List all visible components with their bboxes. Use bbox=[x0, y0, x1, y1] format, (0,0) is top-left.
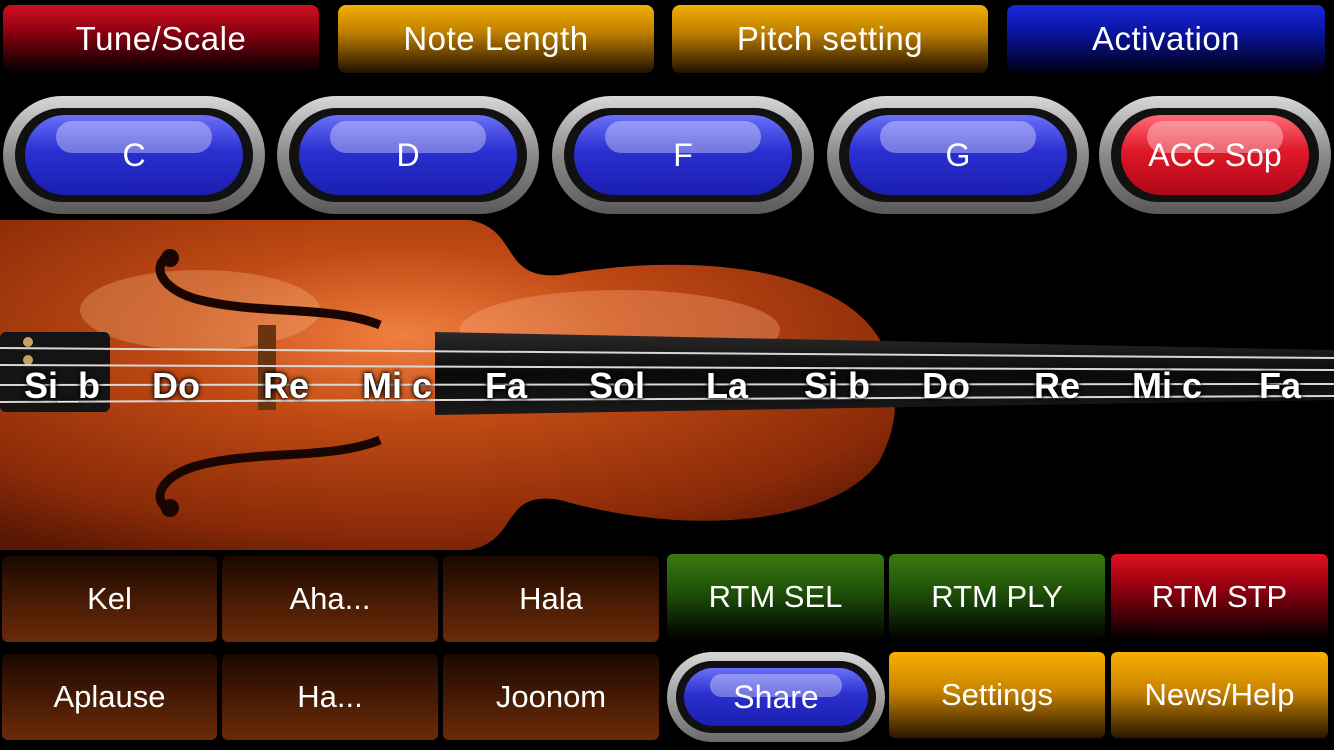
scale-button-f[interactable]: F bbox=[552, 96, 814, 214]
scale-button-g[interactable]: G bbox=[827, 96, 1089, 214]
share-button[interactable]: Share bbox=[667, 652, 885, 742]
tab-note-length[interactable]: Note Length bbox=[338, 5, 654, 73]
scale-button-label: D bbox=[396, 136, 420, 173]
rhythm-play-button[interactable]: RTM PLY bbox=[889, 554, 1105, 640]
note-key[interactable]: La bbox=[706, 365, 748, 407]
note-key[interactable]: Si b bbox=[804, 365, 870, 407]
scale-button-label: G bbox=[945, 136, 971, 173]
note-key[interactable]: Do bbox=[922, 365, 970, 407]
sound-button-kel[interactable]: Kel bbox=[2, 556, 217, 642]
note-key[interactable]: Do bbox=[152, 365, 200, 407]
note-key[interactable]: Sol bbox=[589, 365, 645, 407]
settings-button[interactable]: Settings bbox=[889, 652, 1105, 738]
note-key[interactable]: Fa bbox=[1259, 365, 1301, 407]
scale-button-c[interactable]: C bbox=[3, 96, 265, 214]
rhythm-select-button[interactable]: RTM SEL bbox=[667, 554, 884, 640]
sound-button-hala[interactable]: Hala bbox=[443, 556, 659, 642]
note-key[interactable]: Re bbox=[263, 365, 309, 407]
rhythm-stop-button[interactable]: RTM STP bbox=[1111, 554, 1328, 640]
tab-pitch-setting[interactable]: Pitch setting bbox=[672, 5, 988, 73]
note-key[interactable]: Si_b bbox=[24, 365, 100, 407]
sound-button-joonom[interactable]: Joonom bbox=[443, 654, 659, 740]
tab-tune-scale[interactable]: Tune/Scale bbox=[3, 5, 319, 73]
note-key[interactable]: Fa bbox=[485, 365, 527, 407]
scale-button-label: F bbox=[673, 136, 693, 173]
news-help-button[interactable]: News/Help bbox=[1111, 652, 1328, 738]
sound-button-aplause[interactable]: Aplause bbox=[2, 654, 217, 740]
scale-button-label: ACC Sop bbox=[1148, 136, 1282, 173]
share-label: Share bbox=[733, 678, 819, 715]
sound-button-aha[interactable]: Aha... bbox=[222, 556, 438, 642]
scale-button-acc-sop[interactable]: ACC Sop bbox=[1099, 96, 1331, 214]
note-key[interactable]: Mi c bbox=[362, 365, 432, 407]
sound-button-ha[interactable]: Ha... bbox=[222, 654, 438, 740]
tab-activation[interactable]: Activation bbox=[1007, 5, 1325, 73]
note-key[interactable]: Mi c bbox=[1132, 365, 1202, 407]
note-key[interactable]: Re bbox=[1034, 365, 1080, 407]
scale-button-label: C bbox=[122, 136, 146, 173]
scale-button-d[interactable]: D bbox=[277, 96, 539, 214]
